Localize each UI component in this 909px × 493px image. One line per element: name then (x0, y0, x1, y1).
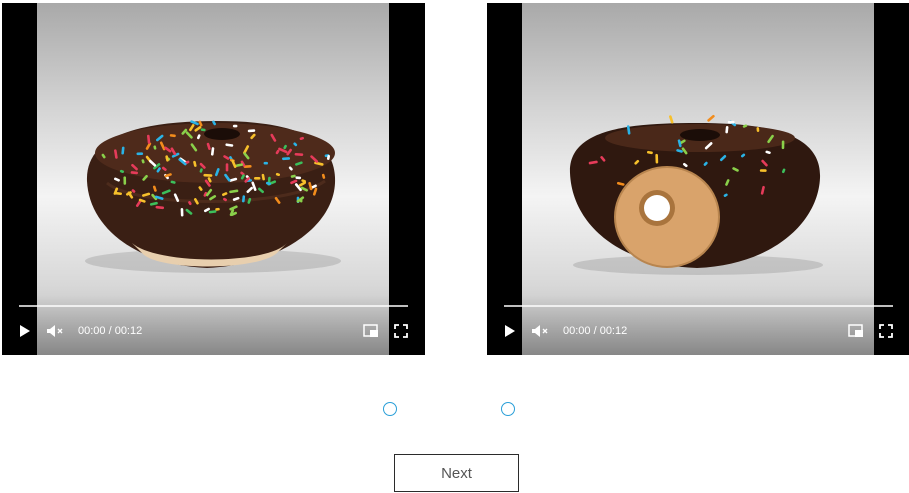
sprinkle (759, 169, 767, 172)
progress-bar[interactable] (19, 305, 408, 307)
play-icon (20, 325, 30, 337)
sprinkle (232, 124, 238, 128)
play-icon (505, 325, 515, 337)
video-player-1[interactable]: 00:00 / 00:12 (2, 3, 425, 355)
video-player-2[interactable]: 00:00 / 00:12 (487, 3, 909, 355)
play-button[interactable] (501, 321, 519, 341)
muted-speaker-icon (47, 325, 63, 337)
sprinkle (707, 114, 715, 122)
time-display: 00:00 / 00:12 (78, 325, 143, 337)
sprinkle (655, 153, 659, 164)
mute-button[interactable] (44, 321, 68, 341)
fullscreen-icon (394, 324, 408, 338)
fullscreen-button[interactable] (391, 321, 411, 341)
progress-bar[interactable] (504, 305, 893, 307)
play-button[interactable] (16, 321, 34, 341)
sprinkle (253, 176, 261, 180)
sprinkle (136, 152, 144, 156)
sprinkle (225, 163, 229, 172)
muted-speaker-icon (532, 325, 548, 337)
choice-radio-1[interactable] (383, 402, 397, 416)
picture-in-picture-button[interactable] (361, 321, 381, 341)
sprinkle (669, 115, 674, 124)
fullscreen-button[interactable] (876, 321, 896, 341)
fullscreen-icon (879, 324, 893, 338)
picture-in-picture-button[interactable] (846, 321, 866, 341)
picture-in-picture-icon (363, 324, 378, 337)
choice-radio-2[interactable] (501, 402, 515, 416)
picture-in-picture-icon (848, 324, 863, 337)
mute-button[interactable] (529, 321, 553, 341)
sprinkle (180, 207, 184, 217)
next-button[interactable]: Next (394, 454, 519, 492)
sprinkle (263, 161, 268, 165)
sprinkle (203, 173, 213, 177)
sprinkle (781, 140, 785, 150)
sprinkle (123, 176, 127, 185)
time-display: 00:00 / 00:12 (563, 325, 628, 337)
sprinkle (727, 120, 735, 124)
